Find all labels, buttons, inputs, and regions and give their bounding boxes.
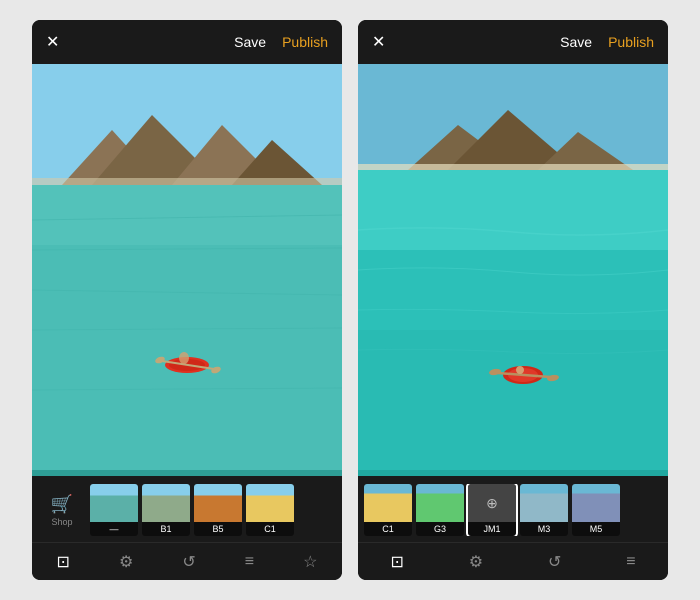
filter-label-c1-right: C1 [364,522,412,536]
publish-button-left[interactable]: Publish [282,34,328,50]
toolbar-adjust-icon[interactable]: ⚙ [119,552,133,572]
publish-button-right[interactable]: Publish [608,34,654,50]
filter-row-right: C1 G3 ⊕ JM1 M3 M5 [364,484,662,536]
filter-label-none: — [90,522,138,536]
bottom-toolbar-right: ⊡ ⚙ ↺ ≡ [358,542,668,580]
jm1-overlay: ⊕ [468,484,516,522]
filter-label-g3: G3 [416,522,464,536]
filter-thumb-c1-right[interactable]: C1 [364,484,412,536]
save-button-left[interactable]: Save [234,34,266,50]
filter-label-m3: M3 [520,522,568,536]
scene-right [358,64,668,476]
filter-thumb-b5[interactable]: B5 [194,484,242,536]
filter-thumb-b1[interactable]: B1 [142,484,190,536]
close-button-right[interactable]: ✕ [372,32,385,52]
toolbar-menu-icon-right[interactable]: ≡ [626,553,635,571]
image-area-left [32,64,342,476]
filter-thumb-m5[interactable]: M5 [572,484,620,536]
filter-strip-left: 🛒 Shop — B1 B5 C1 [32,476,342,542]
filter-thumb-c1[interactable]: C1 [246,484,294,536]
filter-label-b5: B5 [194,522,242,536]
filter-shop-left[interactable]: 🛒 Shop [38,484,86,536]
top-bar-actions-left: Save Publish [234,34,328,50]
shop-cart-icon: 🛒 [51,494,73,515]
top-bar-right: ✕ Save Publish [358,20,668,64]
scene-left [32,64,342,476]
filter-thumb-jm1[interactable]: ⊕ JM1 [468,484,516,536]
top-bar-actions-right: Save Publish [560,34,654,50]
save-button-right[interactable]: Save [560,34,592,50]
toolbar-menu-icon[interactable]: ≡ [245,553,254,571]
right-panel: ✕ Save Publish [358,20,668,580]
filter-strip-right: C1 G3 ⊕ JM1 M3 M5 [358,476,668,542]
toolbar-revert-icon-right[interactable]: ↺ [548,552,561,572]
top-bar-left: ✕ Save Publish [32,20,342,64]
filter-thumb-m3[interactable]: M3 [520,484,568,536]
toolbar-star-icon[interactable]: ☆ [303,552,317,572]
filter-label-b1: B1 [142,522,190,536]
left-panel: ✕ Save Publish [32,20,342,580]
filter-row-left: 🛒 Shop — B1 B5 C1 [38,484,336,536]
close-button-left[interactable]: ✕ [46,32,59,52]
filter-label-m5: M5 [572,522,620,536]
image-area-right [358,64,668,476]
toolbar-image-icon-right[interactable]: ⊡ [390,552,403,572]
bottom-toolbar-left: ⊡ ⚙ ↺ ≡ ☆ [32,542,342,580]
filter-thumb-none[interactable]: — [90,484,138,536]
filter-label-c1: C1 [246,522,294,536]
filter-shop-label: Shop [51,517,72,527]
toolbar-adjust-icon-right[interactable]: ⚙ [469,552,483,572]
toolbar-revert-icon[interactable]: ↺ [182,552,195,572]
filter-label-jm1: JM1 [468,522,516,536]
toolbar-image-icon[interactable]: ⊡ [57,552,70,572]
filter-thumb-g3[interactable]: G3 [416,484,464,536]
